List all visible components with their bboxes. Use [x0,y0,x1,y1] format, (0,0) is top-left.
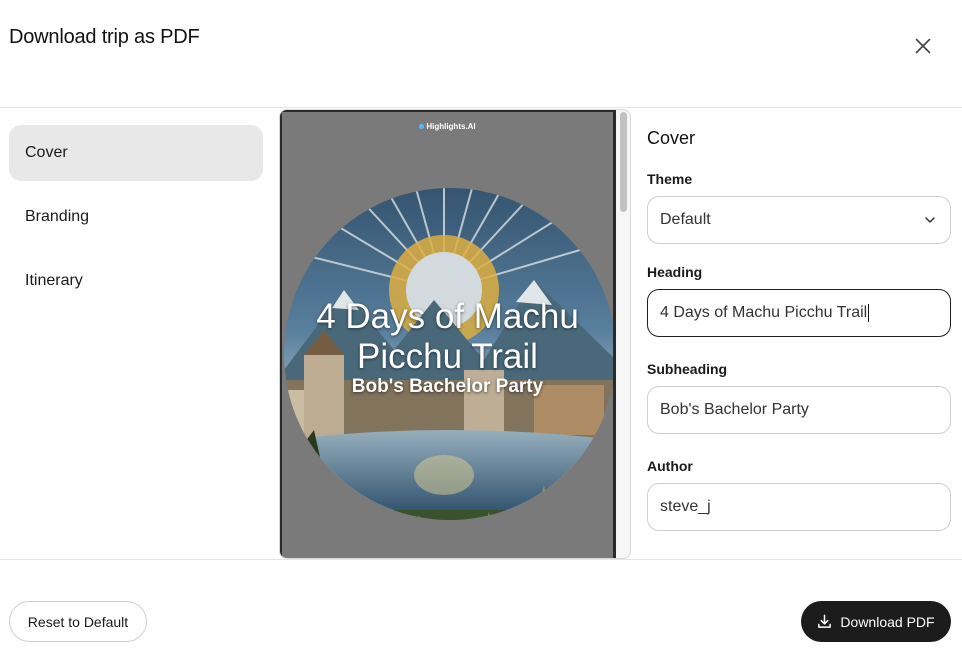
preview-scrollbar[interactable] [617,110,630,558]
dialog-footer: Reset to Default Download PDF [0,559,962,660]
reset-to-default-button[interactable]: Reset to Default [9,601,147,642]
subheading-input[interactable]: Bob's Bachelor Party [647,386,951,434]
heading-input[interactable]: 4 Days of Machu Picchu Trail [647,289,951,337]
sidebar-item-label: Itinerary [25,272,83,289]
chevron-down-icon [925,217,935,223]
subheading-value: Bob's Bachelor Party [660,401,809,418]
text-caret [868,304,870,322]
form-section-title: Cover [647,128,696,148]
pdf-preview[interactable]: Highlights.AI 4 Days of Machu Picchu Tra… [279,109,631,559]
cover-form: Cover Theme Default Heading 4 Days of Ma… [647,128,951,549]
brand-logo: Highlights.AI [282,122,613,131]
author-label: Author [647,458,693,474]
download-label: Download PDF [840,613,935,630]
theme-select[interactable]: Default [647,196,951,244]
author-input[interactable]: steve_j [647,483,951,531]
close-icon [915,38,931,54]
dialog-title: Download trip as PDF [9,26,200,48]
brand-dot-icon [419,124,425,130]
dialog-header: Download trip as PDF [0,0,962,108]
subheading-label: Subheading [647,361,728,377]
brand-name: Highlights.AI [426,122,476,131]
theme-value: Default [660,211,711,228]
close-button[interactable] [907,30,939,62]
author-value: steve_j [660,498,711,515]
heading-value: 4 Days of Machu Picchu Trail [660,304,868,321]
download-pdf-button[interactable]: Download PDF [801,601,951,642]
cover-subheading: Bob's Bachelor Party [351,376,544,397]
theme-label: Theme [647,171,693,187]
cover-heading: 4 Days of Machu Picchu Trail [316,297,579,376]
sidebar: Cover Branding Itinerary [9,125,263,317]
download-icon [818,614,832,628]
heading-label: Heading [647,264,703,280]
sidebar-item-label: Cover [25,144,68,161]
sidebar-item-cover[interactable]: Cover [9,125,263,181]
sidebar-item-itinerary[interactable]: Itinerary [9,253,263,309]
sidebar-item-label: Branding [25,208,90,225]
cover-page: Highlights.AI 4 Days of Machu Picchu Tra… [280,110,616,558]
sidebar-item-branding[interactable]: Branding [9,189,263,245]
scrollbar-thumb[interactable] [620,112,627,212]
